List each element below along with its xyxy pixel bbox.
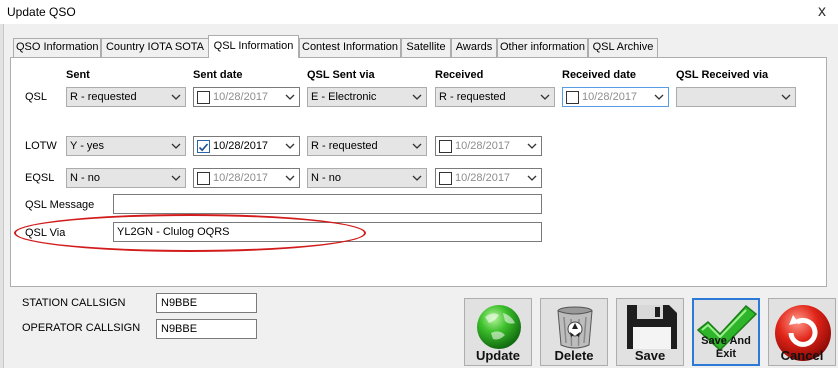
tab-other-information[interactable]: Other information bbox=[497, 38, 588, 57]
lotw-received-date-value: 10/28/2017 bbox=[455, 140, 511, 152]
lotw-sent-date-checkbox[interactable] bbox=[197, 140, 210, 153]
cancel-button-label: Cancel bbox=[780, 348, 824, 363]
delete-button-label: Delete bbox=[554, 348, 594, 363]
close-icon[interactable]: x bbox=[812, 2, 832, 22]
qsl-sent-value: R - requested bbox=[70, 91, 137, 103]
lotw-sent-select[interactable]: Y - yes bbox=[66, 136, 186, 156]
qsl-sent-date-value: 10/28/2017 bbox=[213, 91, 269, 103]
station-callsign-label: STATION CALLSIGN bbox=[22, 297, 126, 309]
window-title: Update QSO bbox=[7, 5, 76, 19]
window-edge bbox=[0, 24, 4, 368]
lotw-received-date-picker[interactable]: 10/28/2017 bbox=[435, 136, 542, 156]
chevron-down-icon bbox=[171, 94, 181, 100]
qsl-sent-date-checkbox[interactable] bbox=[197, 91, 210, 104]
chevron-down-icon bbox=[412, 175, 422, 181]
lotw-row-label: LOTW bbox=[25, 140, 57, 152]
title-bar bbox=[0, 0, 838, 24]
qsl-via-label: QSL Via bbox=[25, 227, 66, 239]
chevron-down-icon bbox=[527, 143, 537, 149]
chevron-down-icon bbox=[412, 143, 422, 149]
eqsl-sent-date-checkbox[interactable] bbox=[197, 172, 210, 185]
qsl-received-date-checkbox[interactable] bbox=[566, 91, 579, 104]
chevron-down-icon bbox=[171, 143, 181, 149]
chevron-down-icon bbox=[781, 94, 791, 100]
qsl-received-date-value: 10/28/2017 bbox=[582, 91, 638, 103]
qsl-sent-select[interactable]: R - requested bbox=[66, 87, 186, 107]
qsl-sent-date-picker[interactable]: 10/28/2017 bbox=[193, 87, 300, 107]
eqsl-received-date-value: 10/28/2017 bbox=[455, 172, 511, 184]
update-button[interactable]: Update bbox=[464, 298, 532, 366]
eqsl-received-select[interactable]: N - no bbox=[307, 168, 427, 188]
tab-awards[interactable]: Awards bbox=[451, 38, 497, 57]
qsl-sent-via-select[interactable]: E - Electronic bbox=[307, 87, 427, 107]
operator-callsign-field[interactable]: N9BBE bbox=[156, 319, 257, 339]
header-sent: Sent bbox=[66, 69, 90, 81]
delete-button[interactable]: Delete bbox=[540, 298, 608, 366]
qsl-received-via-select[interactable] bbox=[676, 87, 796, 107]
header-received-date: Received date bbox=[562, 69, 636, 81]
qsl-via-field[interactable]: YL2GN - Clulog OQRS bbox=[113, 222, 542, 242]
eqsl-sent-date-value: 10/28/2017 bbox=[213, 172, 269, 184]
chevron-down-icon bbox=[540, 94, 550, 100]
tab-satellite[interactable]: Satellite bbox=[401, 38, 451, 57]
chevron-down-icon bbox=[412, 94, 422, 100]
eqsl-received-date-checkbox[interactable] bbox=[439, 172, 452, 185]
eqsl-received-value: N - no bbox=[311, 172, 341, 184]
eqsl-received-date-picker[interactable]: 10/28/2017 bbox=[435, 168, 542, 188]
header-sent-via: QSL Sent via bbox=[307, 69, 375, 81]
qsl-received-select[interactable]: R - requested bbox=[435, 87, 555, 107]
qsl-message-label: QSL Message bbox=[25, 199, 95, 211]
lotw-sent-date-value: 10/28/2017 bbox=[213, 140, 269, 152]
operator-callsign-label: OPERATOR CALLSIGN bbox=[22, 322, 141, 334]
lotw-received-value: R - requested bbox=[311, 140, 378, 152]
tab-qsl-information[interactable]: QSL Information bbox=[208, 35, 299, 58]
tab-qsl-archive[interactable]: QSL Archive bbox=[588, 38, 658, 57]
qsl-received-value: R - requested bbox=[439, 91, 506, 103]
eqsl-sent-value: N - no bbox=[70, 172, 100, 184]
eqsl-sent-date-picker[interactable]: 10/28/2017 bbox=[193, 168, 300, 188]
header-sent-date: Sent date bbox=[193, 69, 243, 81]
tab-country-iota-sota[interactable]: Country IOTA SOTA bbox=[101, 38, 209, 57]
chevron-down-icon bbox=[285, 94, 295, 100]
eqsl-row-label: EQSL bbox=[25, 172, 55, 184]
qsl-row-label: QSL bbox=[25, 91, 48, 103]
qsl-received-date-picker[interactable]: 10/28/2017 bbox=[562, 87, 669, 107]
qsl-message-field[interactable] bbox=[113, 194, 542, 214]
lotw-received-date-checkbox[interactable] bbox=[439, 140, 452, 153]
tab-qso-information[interactable]: QSO Information bbox=[13, 38, 101, 57]
save-and-exit-button[interactable]: Save And Exit bbox=[692, 298, 760, 366]
tab-contest-information[interactable]: Contest Information bbox=[299, 38, 401, 57]
chevron-down-icon bbox=[285, 175, 295, 181]
header-received: Received bbox=[435, 69, 484, 81]
lotw-sent-date-picker[interactable]: 10/28/2017 bbox=[193, 136, 300, 156]
update-button-label: Update bbox=[475, 348, 521, 363]
station-callsign-field[interactable]: N9BBE bbox=[156, 293, 257, 313]
lotw-sent-value: Y - yes bbox=[70, 140, 105, 152]
lotw-received-select[interactable]: R - requested bbox=[307, 136, 427, 156]
chevron-down-icon bbox=[171, 175, 181, 181]
cancel-button[interactable]: Cancel bbox=[768, 298, 836, 366]
qsl-sent-via-value: E - Electronic bbox=[311, 91, 377, 103]
save-and-exit-button-label: Save And Exit bbox=[701, 335, 751, 360]
chevron-down-icon bbox=[285, 143, 295, 149]
save-button[interactable]: Save bbox=[616, 298, 684, 366]
check-icon bbox=[198, 143, 209, 152]
header-received-via: QSL Received via bbox=[676, 69, 769, 81]
save-button-label: Save bbox=[634, 348, 666, 363]
chevron-down-icon bbox=[654, 94, 664, 100]
chevron-down-icon bbox=[527, 175, 537, 181]
eqsl-sent-select[interactable]: N - no bbox=[66, 168, 186, 188]
